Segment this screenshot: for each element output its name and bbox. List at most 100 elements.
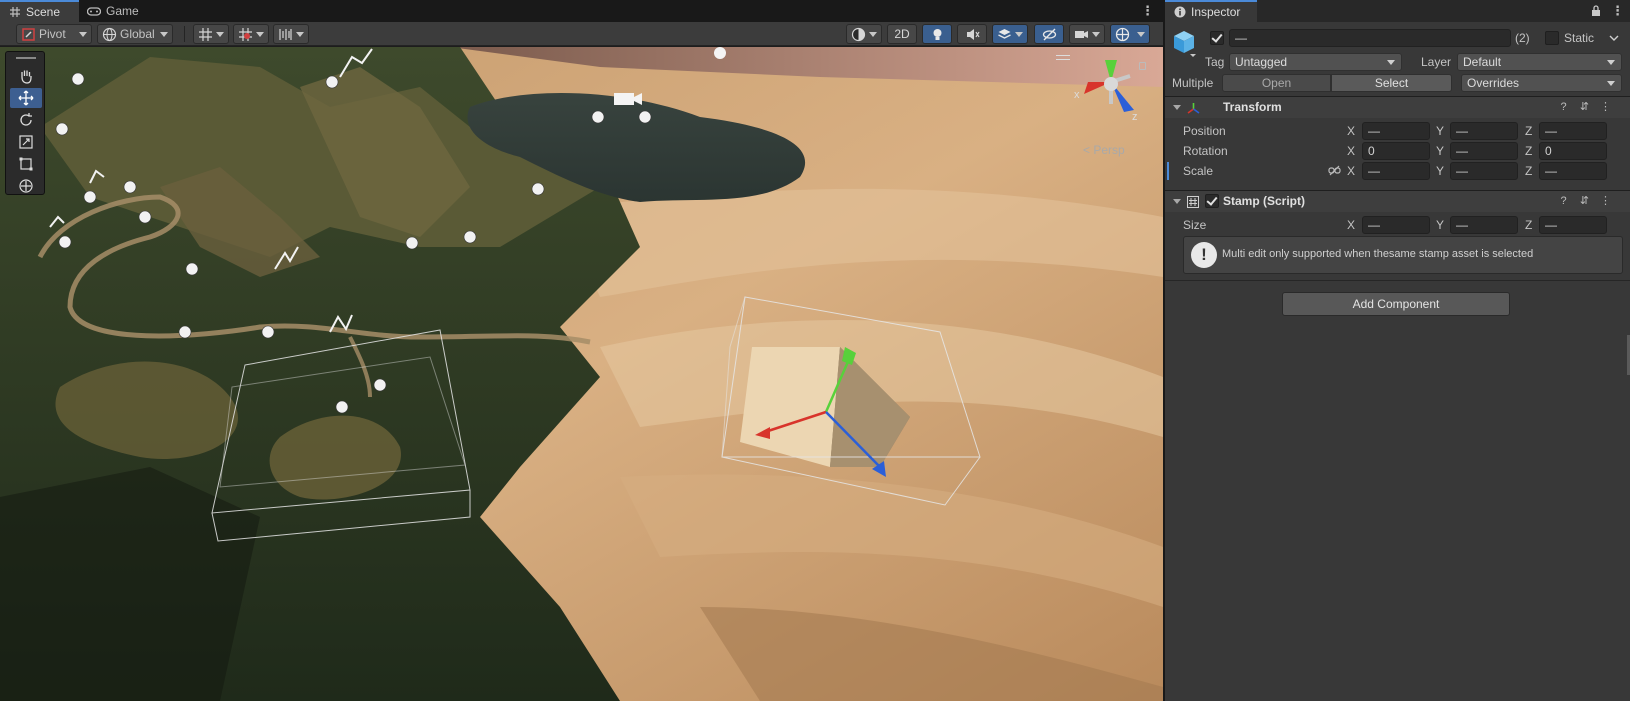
caret-down-icon	[1015, 32, 1023, 37]
grid-snap-button[interactable]	[193, 24, 229, 44]
rect-tool-icon	[19, 157, 33, 171]
transform-tool-button[interactable]	[10, 176, 42, 196]
move-tool-button[interactable]	[10, 88, 42, 108]
globe-icon	[102, 27, 117, 42]
axis-x-label: X	[1347, 164, 1356, 178]
axis-x-label: X	[1347, 144, 1356, 158]
audio-toggle[interactable]	[957, 24, 987, 44]
select-prefab-button[interactable]: Select	[1331, 74, 1452, 92]
position-x-field[interactable]: —	[1362, 122, 1430, 140]
component-menu-kebab-icon[interactable]: ⋮	[1599, 195, 1612, 208]
overrides-dropdown[interactable]: Overrides	[1461, 74, 1622, 92]
layer-dropdown[interactable]: Default	[1457, 53, 1622, 71]
axis-z-label: Z	[1525, 164, 1533, 178]
position-z-field[interactable]: —	[1539, 122, 1607, 140]
position-y-field[interactable]: —	[1450, 122, 1518, 140]
static-checkbox[interactable]	[1545, 31, 1559, 45]
transform-tool-icon	[19, 179, 33, 193]
active-checkbox[interactable]	[1210, 31, 1224, 45]
layer-label: Layer	[1421, 55, 1452, 69]
rotation-x-field[interactable]: 0	[1362, 142, 1430, 160]
rotation-y-field[interactable]: —	[1450, 142, 1518, 160]
constrain-proportions-link-icon[interactable]	[1328, 165, 1341, 176]
hand-tool-button[interactable]	[10, 66, 42, 86]
shading-mode-dropdown[interactable]	[846, 24, 882, 44]
selection-count-label: (2)	[1515, 31, 1530, 45]
size-label: Size	[1183, 218, 1207, 232]
scene-tab-strip: Scene Game ⋮	[0, 0, 1163, 22]
help-icon[interactable]: ?	[1557, 101, 1570, 114]
info-icon	[1174, 6, 1186, 18]
rotation-z-field[interactable]: 0	[1539, 142, 1607, 160]
gizmo-menu-icon[interactable]	[1056, 55, 1070, 60]
scene-viewport[interactable]	[0, 47, 1163, 701]
caret-down-icon	[256, 32, 264, 37]
hand-tool-icon	[21, 70, 32, 84]
size-x-field[interactable]: —	[1362, 216, 1430, 234]
axis-z-label: Z	[1525, 144, 1533, 158]
gizmos-dropdown[interactable]	[1110, 24, 1150, 44]
script-hash-icon	[1187, 196, 1199, 208]
rotate-tool-button[interactable]	[10, 110, 42, 130]
eye-hidden-icon	[1042, 28, 1057, 41]
axis-z-label: Z	[1525, 124, 1533, 138]
scale-x-field[interactable]: —	[1362, 162, 1430, 180]
lock-icon[interactable]	[1591, 5, 1601, 17]
rotate-tool-icon	[20, 113, 32, 126]
lighting-toggle[interactable]	[922, 24, 952, 44]
component-menu-kebab-icon[interactable]: ⋮	[1599, 101, 1612, 114]
multiple-label: Multiple	[1172, 76, 1214, 90]
scene-visibility-toggle[interactable]	[1034, 24, 1064, 44]
tag-dropdown[interactable]: Untagged	[1229, 53, 1402, 71]
axis-y-label: Y	[1436, 144, 1445, 158]
rotation-label: Rotation	[1183, 144, 1228, 158]
tab-game[interactable]: Game	[80, 0, 154, 22]
inspector-menu-kebab-icon[interactable]: ⋮	[1611, 4, 1624, 18]
stamp-enabled-checkbox[interactable]	[1205, 194, 1219, 208]
presets-sliders-icon[interactable]: ⇵	[1578, 195, 1591, 208]
effects-dropdown[interactable]	[992, 24, 1028, 44]
size-z-field[interactable]: —	[1539, 216, 1607, 234]
scene-menu-kebab-icon[interactable]: ⋮	[1141, 4, 1154, 18]
scale-label: Scale	[1183, 164, 1214, 178]
grid-snap-icon	[199, 28, 212, 41]
align-button[interactable]	[273, 24, 309, 44]
scale-y-field[interactable]: —	[1450, 162, 1518, 180]
foldout-arrow-icon	[1173, 105, 1181, 110]
transform-header[interactable]: Transform ? ⇵ ⋮	[1165, 96, 1630, 118]
global-dropdown[interactable]: Global	[97, 24, 173, 44]
camera-settings-dropdown[interactable]	[1069, 24, 1105, 44]
open-prefab-button[interactable]: Open	[1222, 74, 1331, 92]
size-y-field[interactable]: —	[1450, 216, 1518, 234]
tool-palette-grip[interactable]	[16, 57, 36, 59]
axis-y-label: Y	[1436, 164, 1445, 178]
tab-scene[interactable]: Scene	[0, 0, 79, 22]
increment-snap-icon	[239, 28, 252, 41]
stamp-script-title: Stamp (Script)	[1223, 194, 1306, 208]
caret-down-icon	[79, 32, 87, 37]
scale-tool-icon	[19, 135, 33, 149]
object-name-field[interactable]: —	[1229, 29, 1511, 47]
mode-2d-button[interactable]: 2D	[887, 24, 917, 44]
move-tool-icon	[18, 90, 34, 106]
stamp-script-header[interactable]: Stamp (Script) ? ⇵ ⋮	[1165, 190, 1630, 212]
increment-snap-button[interactable]	[233, 24, 269, 44]
multi-edit-help-box: ! Multi edit only supported when thesame…	[1183, 236, 1623, 274]
scale-z-field[interactable]: —	[1539, 162, 1607, 180]
presets-sliders-icon[interactable]: ⇵	[1578, 101, 1591, 114]
tab-inspector[interactable]: Inspector	[1165, 0, 1257, 22]
scale-tool-button[interactable]	[10, 132, 42, 152]
caret-down-icon	[869, 32, 877, 37]
gizmo-globe-icon	[1115, 27, 1130, 42]
static-dropdown-chevron-icon[interactable]	[1609, 35, 1619, 42]
add-component-button[interactable]: Add Component	[1282, 292, 1510, 316]
help-icon[interactable]: ?	[1557, 195, 1570, 208]
pivot-icon	[22, 28, 35, 41]
multi-edit-message: Multi edit only supported when thesame s…	[1222, 248, 1534, 260]
rect-tool-button[interactable]	[10, 154, 42, 174]
axis-x-label: X	[1347, 124, 1356, 138]
tool-palette	[5, 51, 45, 195]
pivot-dropdown[interactable]: Pivot	[16, 24, 92, 44]
projection-mode-label[interactable]: Persp	[1083, 143, 1124, 157]
gizmo-lock-icon[interactable]	[1139, 62, 1146, 70]
